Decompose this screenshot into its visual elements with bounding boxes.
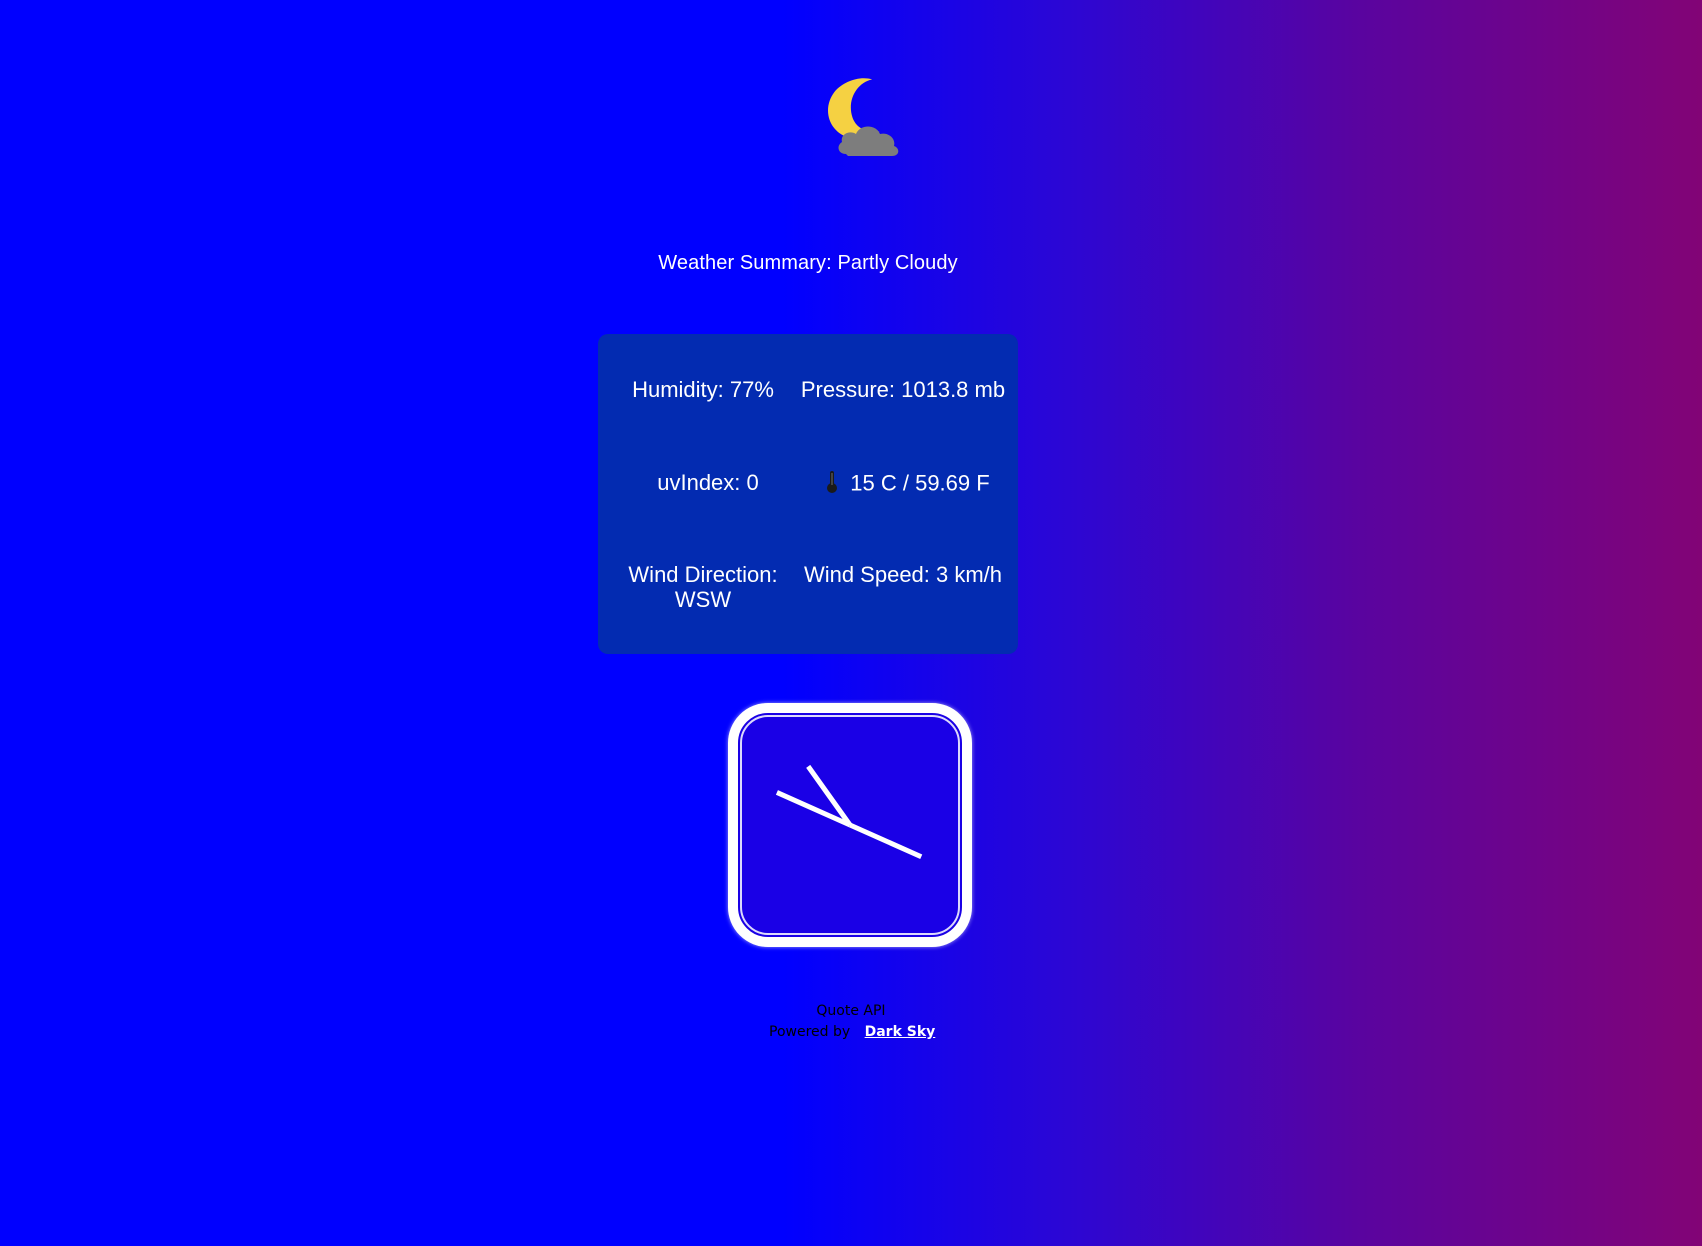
wind-direction-label: Wind Direction: <box>628 562 778 587</box>
temperature-value: 15 C / 59.69 F <box>850 470 990 496</box>
wind-speed-stat: Wind Speed: 3 km/h <box>803 562 1003 587</box>
powered-by-row: Powered by Dark Sky <box>769 1024 935 1040</box>
clock-minute-tail <box>848 822 923 860</box>
stats-panel: Humidity: 77% Pressure: 1013.8 mb uvInde… <box>598 334 1018 654</box>
analog-clock <box>728 703 972 947</box>
thermometer-icon <box>826 470 838 499</box>
powered-by-text: Powered by <box>769 1024 851 1040</box>
partly-cloudy-night-icon <box>808 72 908 172</box>
wind-direction-stat: Wind Direction: WSW <box>608 562 798 612</box>
uv-index-stat: uvIndex: 0 <box>657 470 759 495</box>
wind-direction-value: WSW <box>674 587 732 612</box>
summary-label: Weather Summary: <box>658 252 832 274</box>
footer: Quote API <box>0 998 1702 1024</box>
pressure-stat: Pressure: 1013.8 mb <box>800 377 1006 402</box>
dark-sky-link[interactable]: Dark Sky <box>865 1024 936 1040</box>
summary-value: Partly Cloudy <box>837 252 958 274</box>
quote-api-text: Quote API <box>816 1003 886 1019</box>
humidity-stat: Humidity: 77% <box>632 377 774 402</box>
temperature-stat: 15 C / 59.69 F <box>808 470 1008 499</box>
weather-summary: Weather Summary: Partly Cloudy <box>0 252 1616 275</box>
